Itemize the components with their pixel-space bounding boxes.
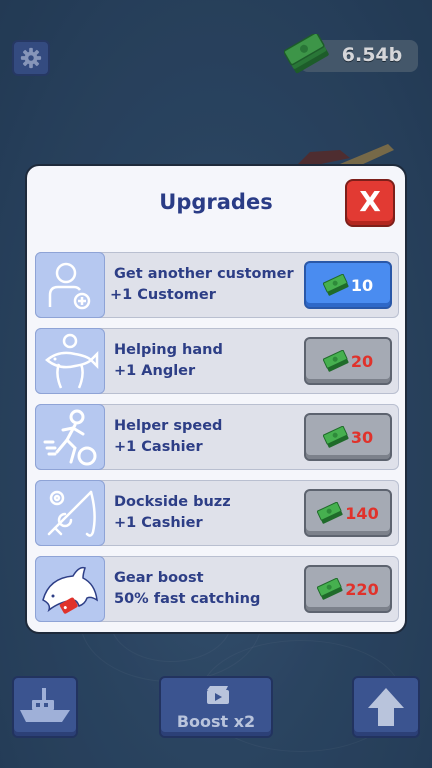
upgrade-title: Helping hand [114,342,223,358]
upgrade-subtitle: +1 Customer [110,287,216,303]
buy-button[interactable]: 30 [304,413,392,461]
cash-icon [322,274,349,296]
price-label: 220 [345,579,379,599]
dolphin-tag-icon [35,556,105,622]
upgrade-row-helper-speed: Helper speed +1 Cashier 30 [35,404,399,470]
upgrade-title: Helper speed [114,418,223,434]
boost-button[interactable]: Boost x2 [159,676,273,738]
upgrade-subtitle: +1 Cashier [114,515,203,531]
video-icon [207,686,229,704]
buy-button[interactable]: 220 [304,565,392,613]
upgrade-subtitle: +1 Cashier [114,439,203,455]
arrow-up-icon [368,688,404,726]
upgrade-row-dockside-buzz: Dockside buzz +1 Cashier 140 [35,480,399,546]
upgrades-panel: Upgrades X Get another customer +1 Custo… [25,164,407,634]
buy-button[interactable]: 140 [304,489,392,537]
upgrade-button[interactable] [352,676,420,738]
upgrade-row-helping-hand: Helping hand +1 Angler 20 [35,328,399,394]
cash-icon [317,502,343,524]
boost-label: Boost x2 [176,712,256,731]
price-label: 30 [350,427,374,447]
price-label: 20 [350,351,374,371]
upgrade-row-customer: Get another customer +1 Customer 10 [35,252,399,318]
running-helper-icon [35,404,105,470]
buy-button[interactable]: 20 [304,337,392,385]
boat-button[interactable] [12,676,78,738]
upgrade-title: Get another customer [114,266,294,282]
upgrade-title: Gear boost [114,570,204,586]
price-label: 10 [350,275,374,295]
upgrade-subtitle: 50% fast catching [114,591,261,607]
upgrade-subtitle: +1 Angler [114,363,196,379]
price-label: 140 [345,503,379,523]
upgrade-title: Dockside buzz [114,494,231,510]
add-customer-icon [35,252,105,318]
buy-button[interactable]: 10 [304,261,392,309]
cash-icon [322,426,349,448]
fishing-rod-icon [35,480,105,546]
angler-fish-icon [35,328,105,394]
cash-icon [322,350,349,372]
close-button[interactable]: X [345,179,395,227]
cash-icon [317,578,343,600]
boat-icon [20,688,70,722]
upgrade-row-gear-boost: Gear boost 50% fast catching 220 [35,556,399,622]
